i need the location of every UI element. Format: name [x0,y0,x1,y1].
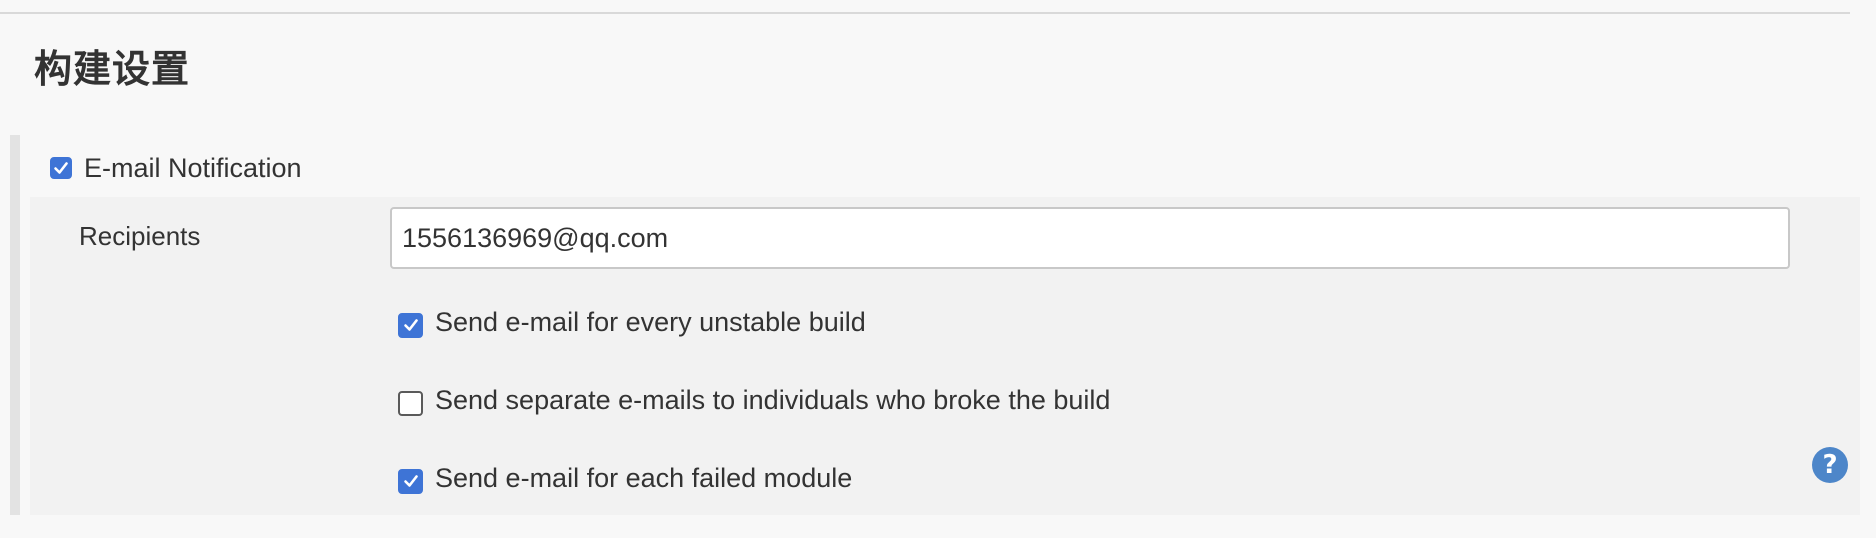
failed-module-label: Send e-mail for each failed module [435,462,853,493]
build-settings-page: 构建设置 E-mail Notification Recipients Send… [0,0,1876,538]
separate-emails-checkbox[interactable] [398,390,423,416]
separate-emails-label: Send separate e-mails to individuals who… [435,384,1111,415]
unstable-build-checkbox[interactable] [398,312,423,338]
checkmark-icon [403,319,418,331]
recipients-input[interactable] [390,207,1790,269]
checkmark-icon [54,162,68,174]
email-notification-label: E-mail Notification [84,152,302,183]
option-failed-module-row[interactable]: Send e-mail for each failed module [398,461,852,495]
checkmark-icon [403,475,418,487]
option-separate-emails-row[interactable]: Send separate e-mails to individuals who… [398,383,1110,417]
email-notification-checkbox[interactable] [50,157,72,179]
question-mark-icon[interactable]: ? [1812,447,1848,483]
email-notification-toggle-row[interactable]: E-mail Notification [50,151,302,185]
recipients-label: Recipients [79,221,201,251]
email-notification-block: E-mail Notification Recipients Send e-ma… [10,135,1870,515]
failed-module-checkbox[interactable] [398,468,423,494]
section-title: 构建设置 [34,47,191,91]
option-unstable-build-row[interactable]: Send e-mail for every unstable build [398,305,866,339]
unstable-build-label: Send e-mail for every unstable build [435,306,866,337]
email-notification-settings-panel: Recipients Send e-mail for every unstabl… [30,197,1860,515]
top-divider [0,12,1850,14]
